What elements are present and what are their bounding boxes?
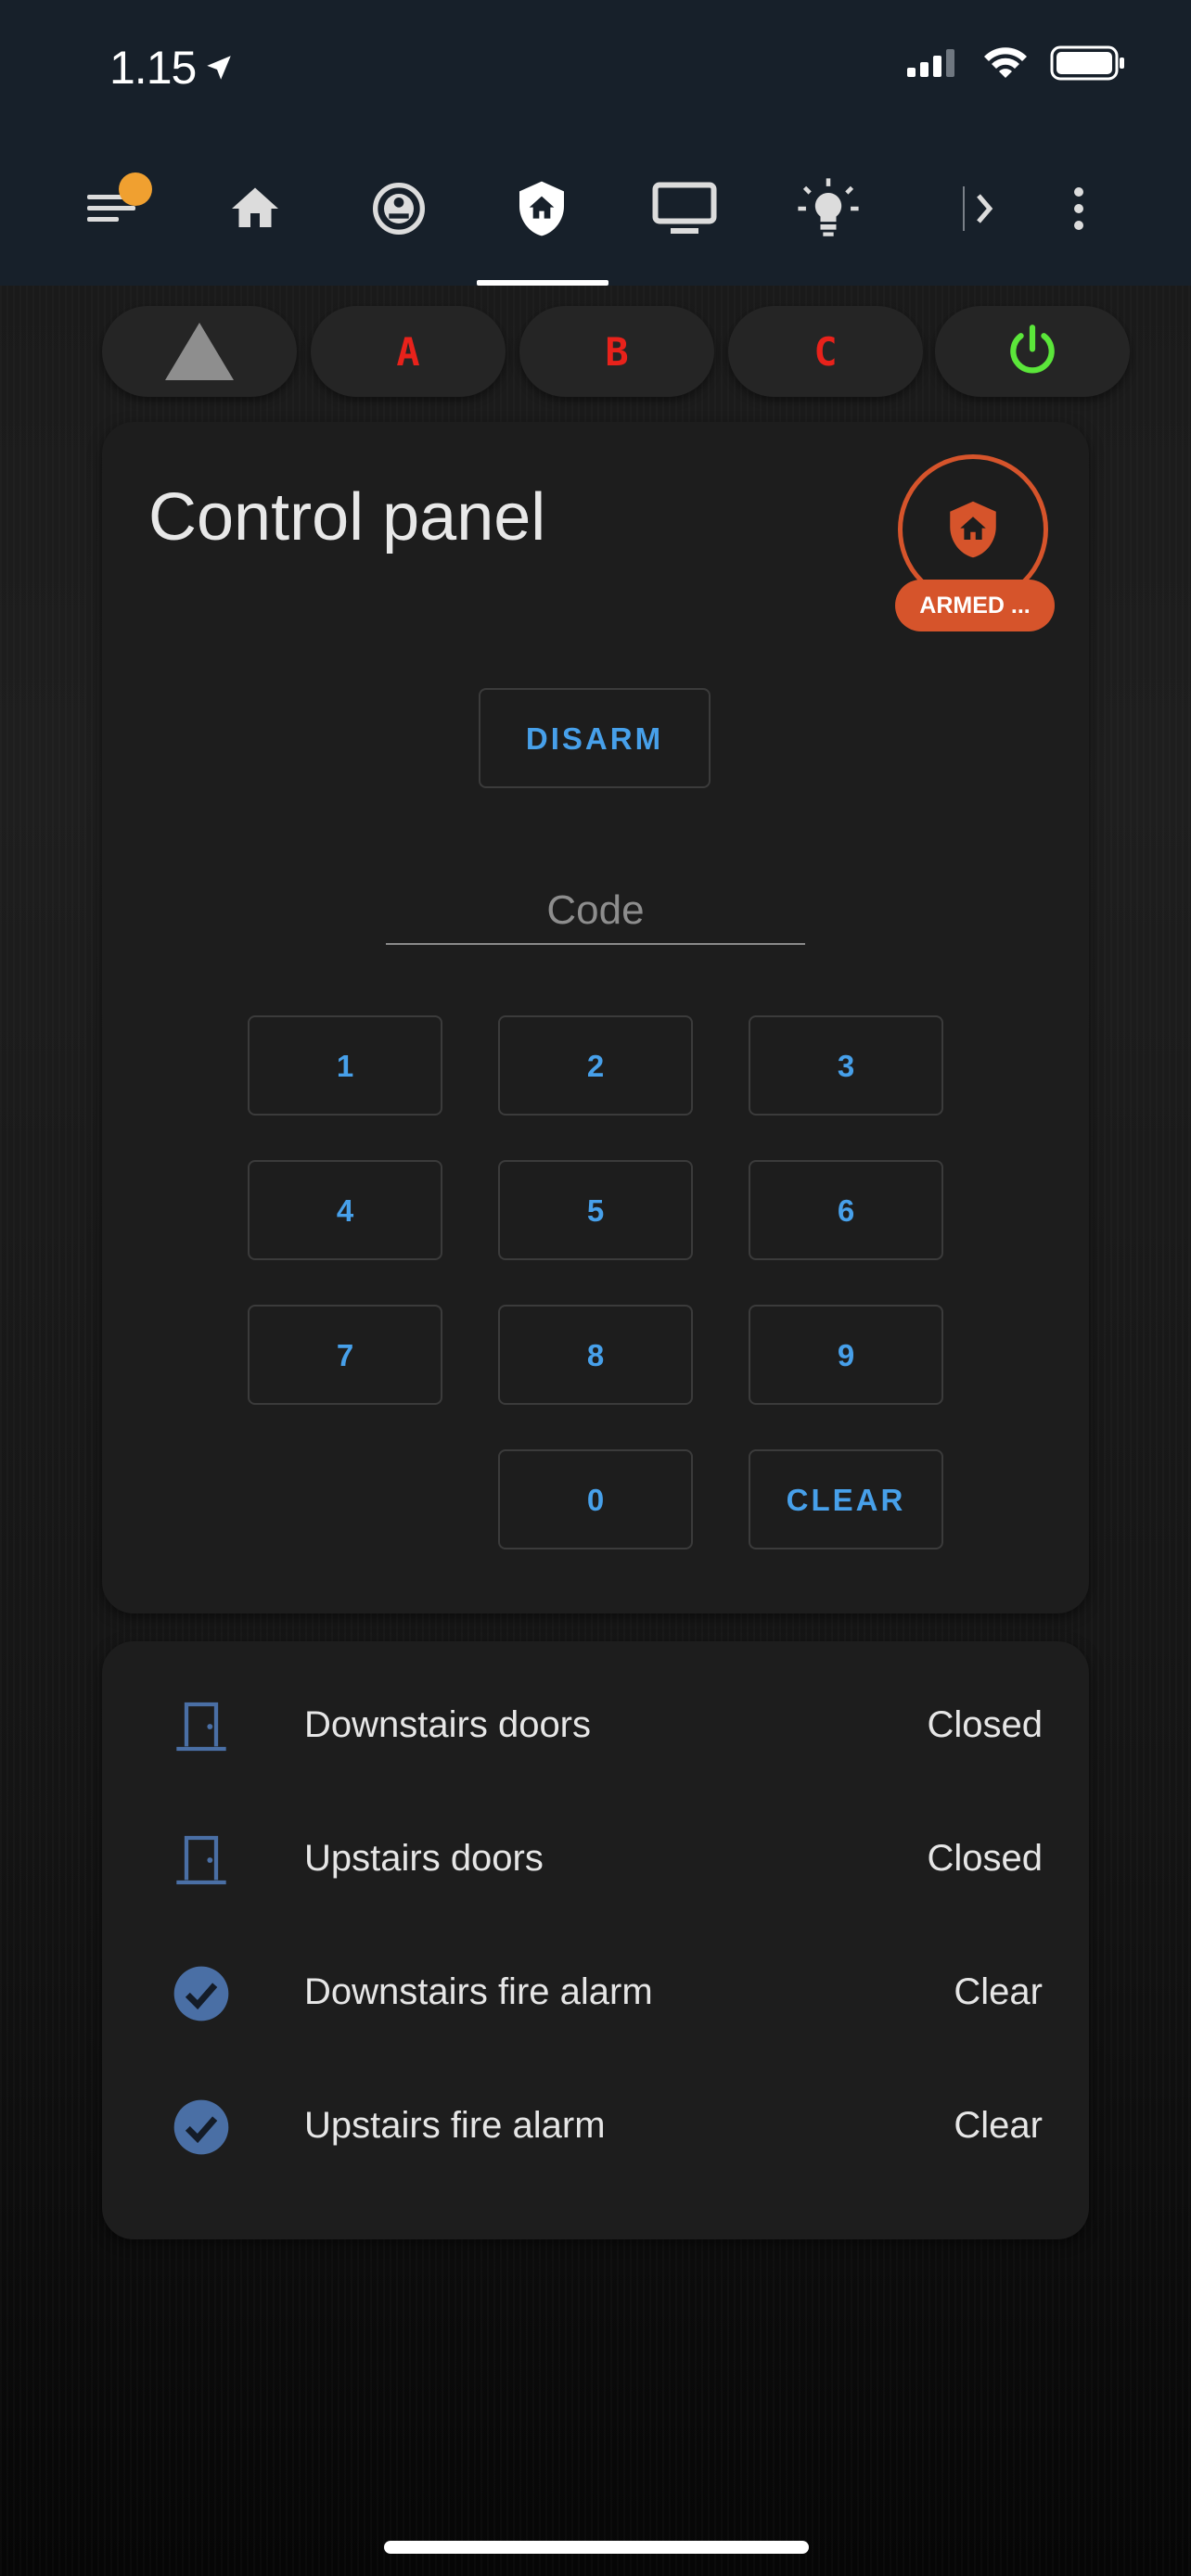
tab-scroll-right[interactable] xyxy=(914,167,1025,250)
lightbulb-icon xyxy=(798,178,859,236)
chip-b[interactable]: B xyxy=(519,306,714,397)
door-closed-icon xyxy=(172,1830,231,1890)
tab-home[interactable] xyxy=(199,167,311,250)
monitor-icon xyxy=(652,182,717,234)
home-indicator[interactable] xyxy=(384,2541,809,2554)
key-6[interactable]: 6 xyxy=(749,1160,943,1260)
active-tab-indicator xyxy=(477,280,608,286)
sensor-row[interactable]: Downstairs doors Closed xyxy=(102,1660,1089,1793)
alarm-state-badge: ARMED ... xyxy=(895,580,1055,631)
chip-b-label: B xyxy=(605,328,629,375)
location-arrow-icon xyxy=(207,56,232,80)
power-icon xyxy=(1010,325,1055,374)
disarm-button[interactable]: DISARM xyxy=(479,688,711,788)
sensor-state: Clear xyxy=(954,1971,1043,2012)
sensor-state: Closed xyxy=(927,1838,1043,1879)
key-5[interactable]: 5 xyxy=(498,1160,693,1260)
tab-security[interactable] xyxy=(486,167,597,250)
chip-a-label: A xyxy=(396,328,420,375)
cellular-signal-icon xyxy=(907,49,954,77)
tab-menu[interactable] xyxy=(56,167,167,250)
status-bar-icons xyxy=(905,45,1126,82)
code-input[interactable] xyxy=(386,878,805,943)
key-4[interactable]: 4 xyxy=(248,1160,442,1260)
key-3[interactable]: 3 xyxy=(749,1015,943,1116)
mode-chip-row: A B C xyxy=(102,306,1130,399)
tab-bar xyxy=(0,167,1191,250)
chip-power[interactable] xyxy=(935,306,1130,397)
status-bar-time: 1.15 xyxy=(109,41,235,95)
sensor-list-card: Downstairs doors Closed Upstairs doors C… xyxy=(102,1641,1089,2239)
chip-c-label: C xyxy=(813,328,838,375)
alarm-panel-card: Control panel ARMED ... DISARM 1 2 3 4 5… xyxy=(102,422,1089,1613)
sensor-name: Upstairs doors xyxy=(304,1838,544,1879)
sensor-row[interactable]: Downstairs fire alarm Clear xyxy=(102,1927,1089,2060)
shield-home-icon xyxy=(950,501,996,558)
tab-lights[interactable] xyxy=(773,167,884,250)
overflow-menu-button[interactable] xyxy=(1023,167,1134,250)
sensor-name: Downstairs fire alarm xyxy=(304,1971,653,2012)
sensor-state: Clear xyxy=(954,2105,1043,2146)
key-8[interactable]: 8 xyxy=(498,1305,693,1405)
sensor-name: Upstairs fire alarm xyxy=(304,2105,606,2146)
sensor-row[interactable]: Upstairs fire alarm Clear xyxy=(102,2060,1089,2194)
sensor-state: Closed xyxy=(927,1704,1043,1745)
triangle-icon xyxy=(165,323,234,380)
robot-vacuum-icon xyxy=(373,183,425,235)
more-vertical-icon xyxy=(1074,187,1083,230)
panel-title: Control panel xyxy=(148,480,546,555)
key-1[interactable]: 1 xyxy=(248,1015,442,1116)
check-circle-icon xyxy=(172,1964,231,2023)
tab-media[interactable] xyxy=(629,167,740,250)
tab-vacuum[interactable] xyxy=(343,167,455,250)
battery-icon xyxy=(1050,45,1124,81)
chip-c[interactable]: C xyxy=(728,306,923,397)
clear-button[interactable]: CLEAR xyxy=(749,1449,943,1549)
key-7[interactable]: 7 xyxy=(248,1305,442,1405)
home-icon xyxy=(232,187,278,227)
door-closed-icon xyxy=(172,1697,231,1756)
notification-badge xyxy=(119,172,152,206)
check-circle-icon xyxy=(172,2098,231,2157)
sensor-name: Downstairs doors xyxy=(304,1704,592,1745)
wifi-icon xyxy=(984,47,1027,78)
key-9[interactable]: 9 xyxy=(749,1305,943,1405)
code-field[interactable] xyxy=(386,878,805,945)
chip-a[interactable]: A xyxy=(311,306,506,397)
key-0[interactable]: 0 xyxy=(498,1449,693,1549)
app-header: 1.15 xyxy=(0,0,1191,286)
sensor-row[interactable]: Upstairs doors Closed xyxy=(102,1793,1089,1927)
status-time-text: 1.15 xyxy=(109,42,197,94)
shield-home-icon xyxy=(519,181,564,236)
chevron-right-icon xyxy=(963,186,993,231)
key-2[interactable]: 2 xyxy=(498,1015,693,1116)
chip-triangle[interactable] xyxy=(102,306,297,397)
